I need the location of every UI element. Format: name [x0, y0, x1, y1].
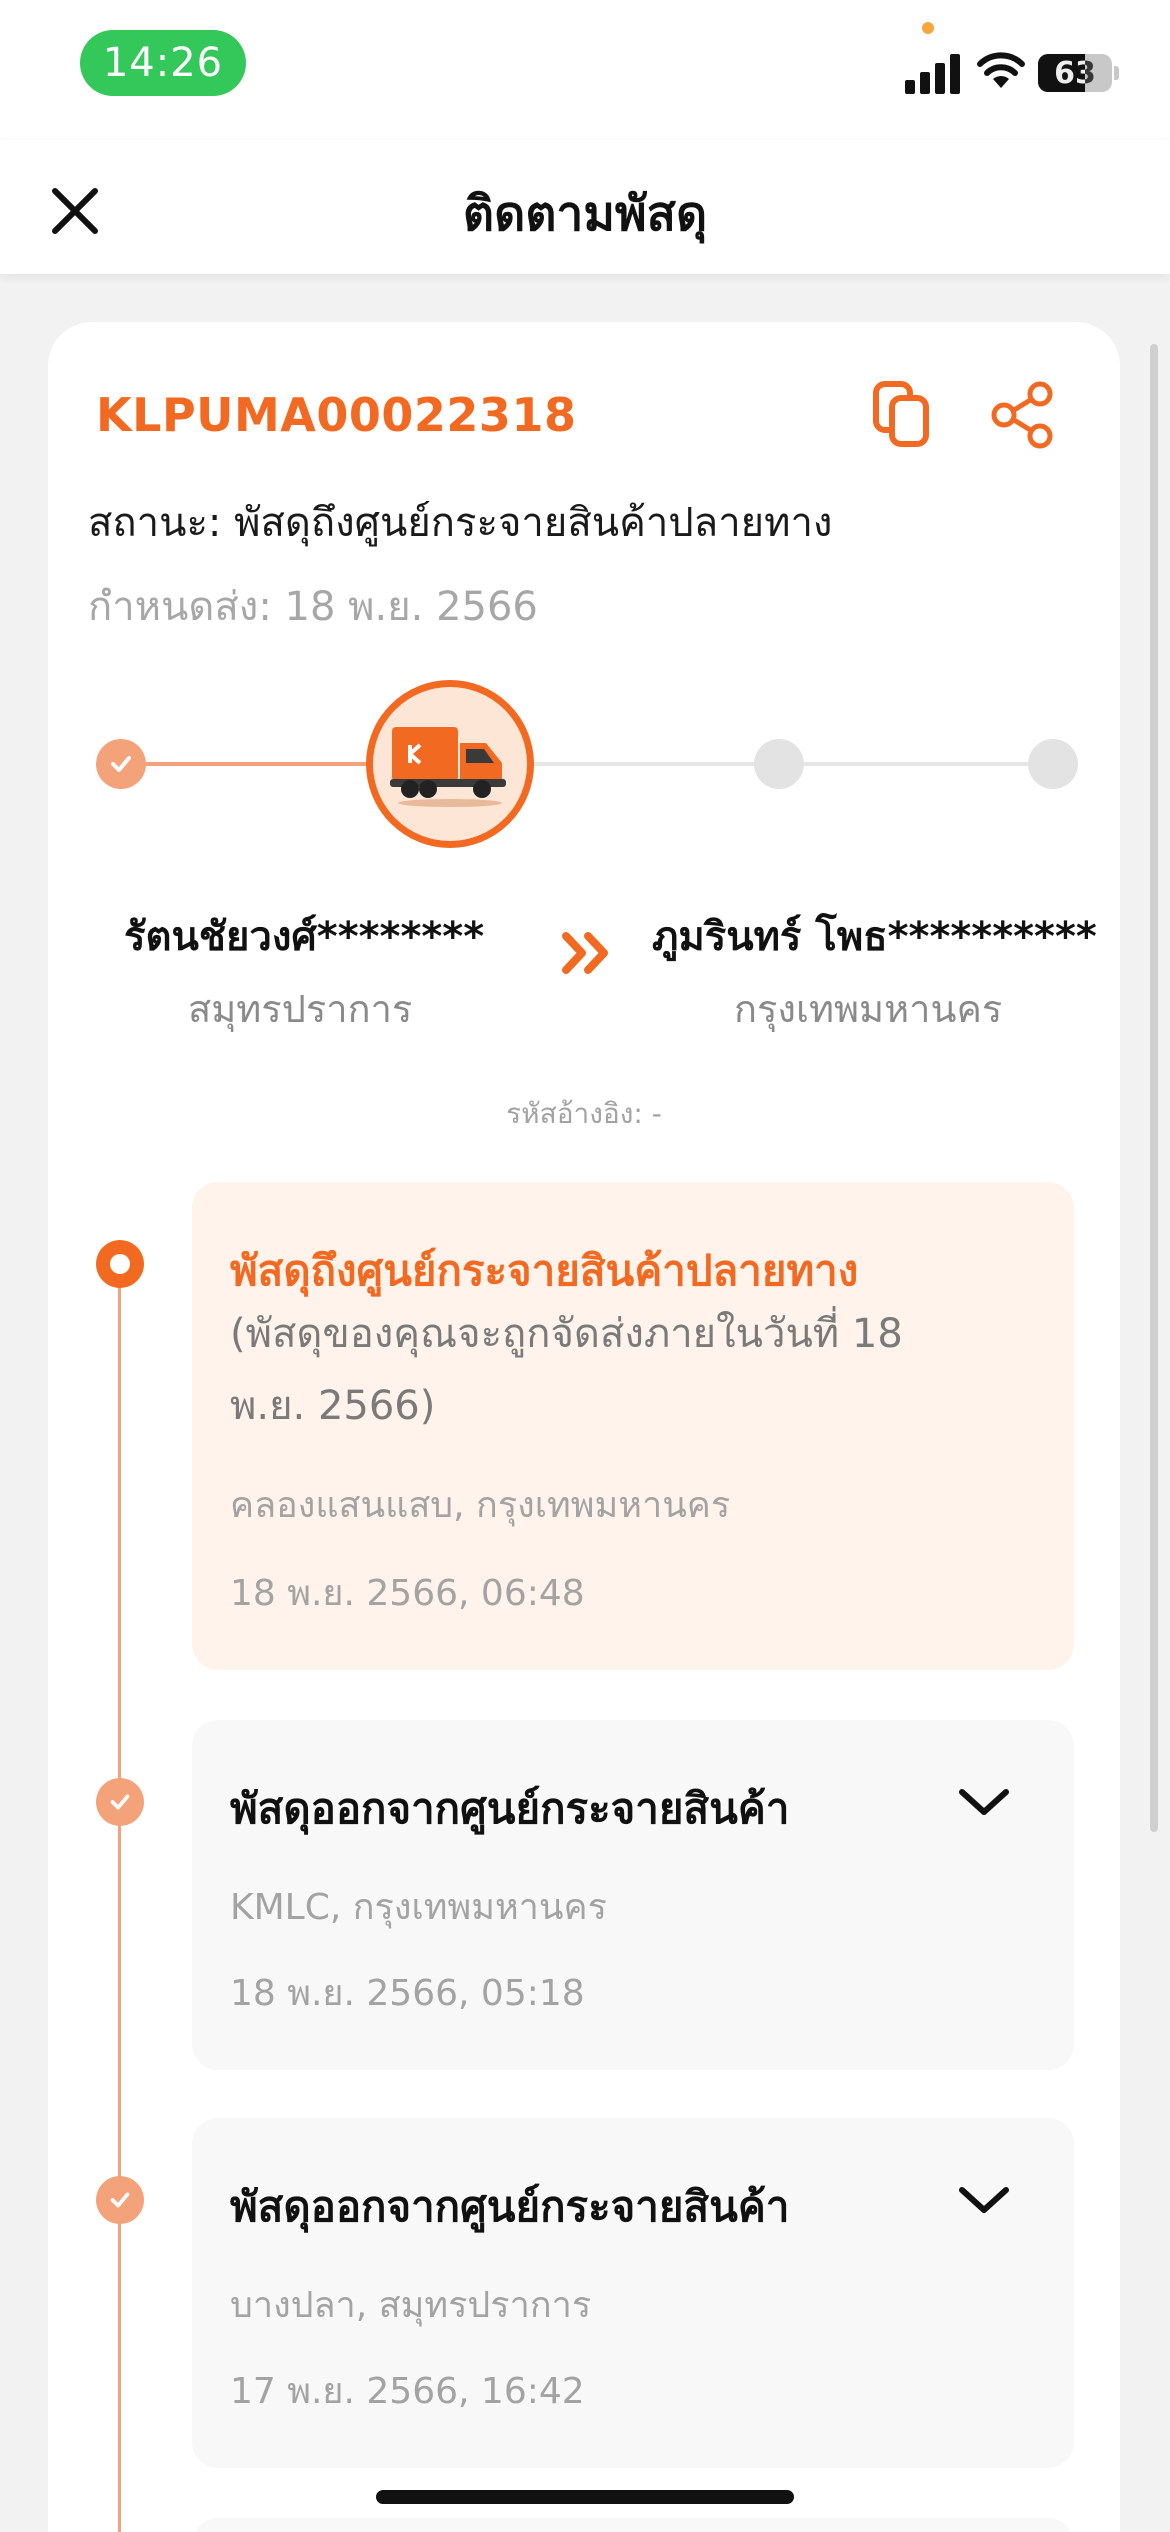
- event-note: (พัสดุของคุณจะถูกจัดส่งภายในวันที่ 18 พ.…: [230, 1311, 903, 1429]
- event-title: พัสดุถึงศูนย์กระจายสินค้าปลายทาง: [230, 1246, 859, 1295]
- event-location: KMLC, กรุงเทพมหานคร: [230, 1887, 607, 1928]
- progress-step-pending: [1028, 739, 1078, 789]
- progress-step-pending: [754, 739, 804, 789]
- status-bar: 14:26 63: [0, 0, 1170, 140]
- progress-step-current: [366, 680, 534, 848]
- copy-button[interactable]: [870, 380, 934, 448]
- receiver-name: ภูมรินทร์ โพธ**********: [652, 914, 1097, 960]
- page-title: ติดตามพัสดุ: [462, 186, 708, 242]
- due-date: กำหนดส่ง: 18 พ.ย. 2566: [88, 584, 538, 630]
- battery-cap: [1114, 66, 1119, 80]
- event-time: 18 พ.ย. 2566, 05:18: [230, 1973, 585, 2014]
- copy-icon: [873, 381, 929, 447]
- sender-province: สมุทรปราการ: [188, 987, 413, 1031]
- check-icon: [111, 756, 131, 772]
- timeline-dot-current: [96, 1240, 144, 1288]
- nav-header: ติดตามพัสดุ: [0, 140, 1170, 274]
- reference-code: รหัสอ้างอิง: -: [506, 1097, 662, 1130]
- chevron-down-icon[interactable]: [954, 2180, 1014, 2220]
- share-icon: [991, 381, 1053, 449]
- tracking-number: KLPUMA00022318: [96, 388, 577, 442]
- battery-percent: 63: [1054, 55, 1096, 91]
- timeline-line: [118, 1264, 121, 2532]
- receiver-province: กรุงเทพมหานคร: [734, 987, 1003, 1031]
- timeline-event[interactable]: พัสดุออกจากศูนย์กระจายสินค้า KMLC, กรุงเ…: [192, 1720, 1074, 2070]
- cellular-signal-icon: [905, 52, 961, 94]
- share-button[interactable]: [988, 380, 1058, 450]
- timeline-event[interactable]: พัสดุออกจากศูนย์กระจายสินค้า บางปลา, สมุ…: [192, 2118, 1074, 2468]
- double-chevron-right-icon: [562, 932, 608, 974]
- shipment-status: สถานะ: พัสดุถึงศูนย์กระจายสินค้าปลายทาง: [88, 500, 833, 546]
- timeline-dot-done: [96, 1778, 144, 1826]
- tracking-card: KLPUMA00022318 สถานะ: พัสดุถึงศูนย์กระจา…: [48, 322, 1120, 2532]
- event-title: พัสดุออกจากศูนย์กระจายสินค้า: [230, 2182, 790, 2231]
- progress-step-done: [96, 739, 146, 789]
- wifi-icon: [977, 52, 1025, 88]
- sender-name: รัตนชัยวงศ์********: [124, 914, 485, 960]
- event-time: 17 พ.ย. 2566, 16:42: [230, 2371, 585, 2412]
- timeline-event[interactable]: [192, 2518, 1074, 2532]
- event-location: คลองแสนแสบ, กรุงเทพมหานคร: [230, 1485, 731, 1526]
- check-icon: [110, 2192, 130, 2208]
- privacy-indicator-dot: [922, 22, 934, 34]
- timeline-dot-done: [96, 2176, 144, 2224]
- progress-line-done: [120, 762, 390, 766]
- event-title: พัสดุออกจากศูนย์กระจายสินค้า: [230, 1784, 790, 1833]
- delivery-truck-icon: [390, 727, 506, 807]
- event-location: บางปลา, สมุทรปราการ: [230, 2285, 592, 2326]
- status-time: 14:26: [80, 30, 246, 96]
- event-time: 18 พ.ย. 2566, 06:48: [230, 1573, 585, 1614]
- check-icon: [110, 1794, 130, 1810]
- battery-icon: 63: [1038, 54, 1112, 92]
- chevron-down-icon[interactable]: [954, 1782, 1014, 1822]
- timeline-event-current: พัสดุถึงศูนย์กระจายสินค้าปลายทาง (พัสดุข…: [192, 1182, 1074, 1670]
- home-indicator[interactable]: [376, 2490, 794, 2504]
- scrollbar[interactable]: [1150, 344, 1158, 1832]
